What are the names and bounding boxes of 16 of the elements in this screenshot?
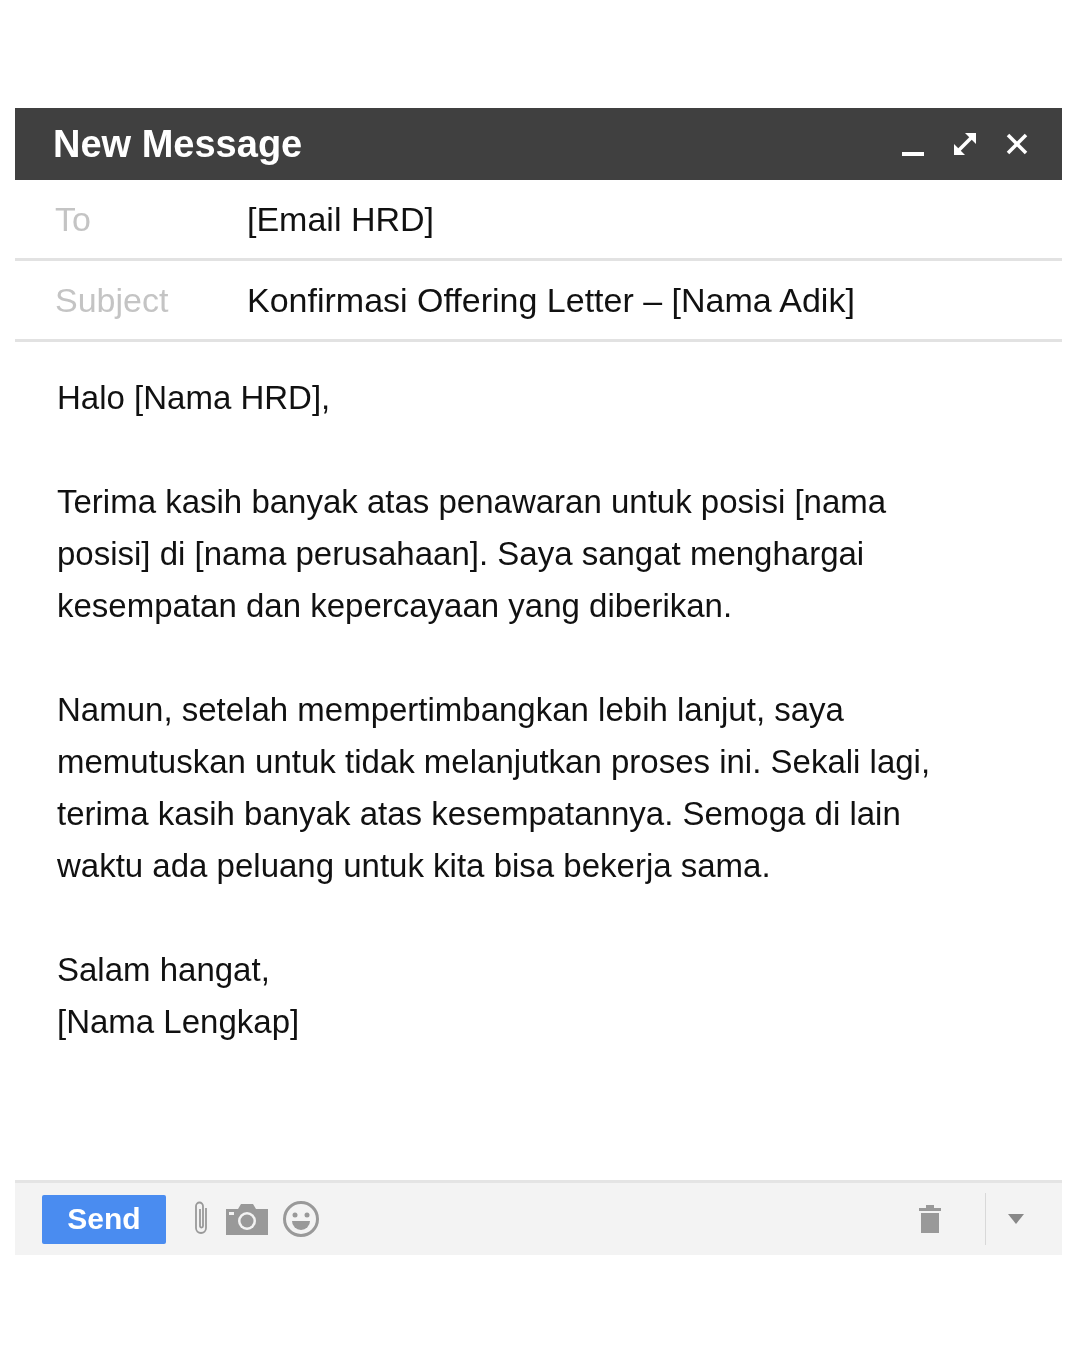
dropdown-caret-icon[interactable]: [1008, 1214, 1024, 1224]
message-paragraph: Salam hangat, [Nama Lengkap]: [57, 950, 301, 1042]
message-paragraph: Halo [Nama HRD],: [57, 378, 332, 418]
input-field[interactable]: Konfirmasi Offering Letter – [Nama Adik]: [247, 280, 855, 320]
input-field[interactable]: [Email HRD]: [247, 199, 435, 239]
window-title: New Message: [53, 122, 304, 166]
expand-icon: [951, 130, 979, 158]
trash-icon[interactable]: [919, 1205, 941, 1233]
message-paragraph: Terima kasih banyak atas penawaran untuk posisi [nama posisi] di [nama perusahaan]. Saya sangat menghargai kesempatan dan kepercayaan yang diberikan.: [57, 482, 888, 626]
minimize-icon: [902, 152, 924, 156]
close-icon: [1005, 132, 1029, 156]
emoji-icon[interactable]: [282, 1200, 320, 1238]
field-label: To: [55, 199, 92, 239]
field-label: Subject: [55, 280, 170, 320]
message-paragraph: Namun, setelah mempertimbangkan lebih lanjut, saya memutuskan untuk tidak melanjutkan proses ini. Sekali lagi, terima kasih banyak atas kesempatannya. Semoga di lain waktu ada peluang untuk kita bisa bekerja sama.: [57, 690, 932, 886]
camera-icon[interactable]: [226, 1203, 268, 1235]
